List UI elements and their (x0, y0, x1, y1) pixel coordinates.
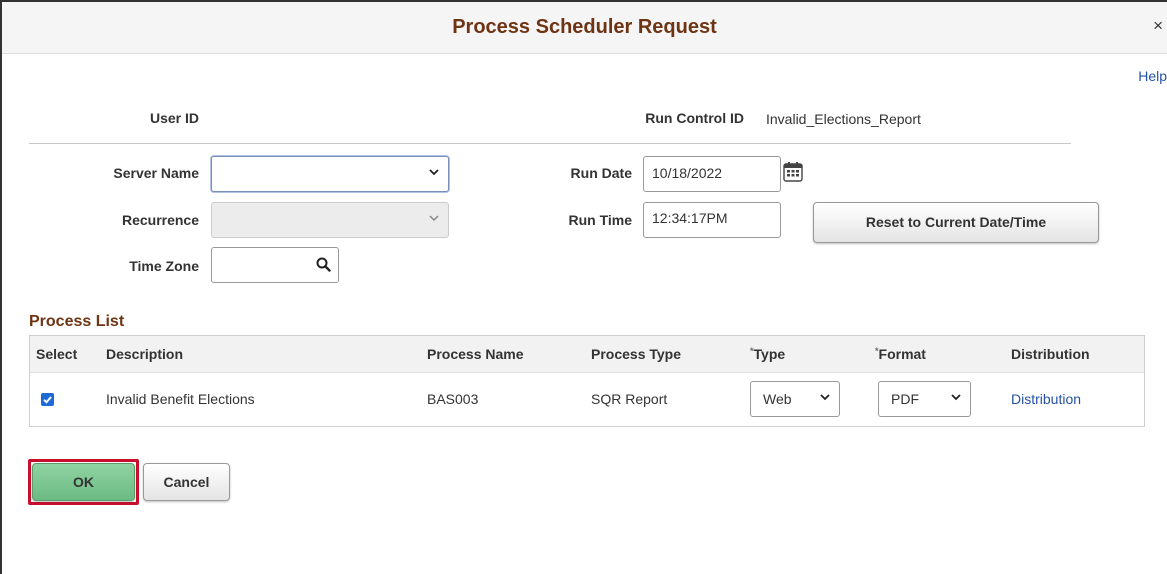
close-icon[interactable]: × (1153, 16, 1163, 36)
run-date-value: 10/18/2022 (652, 165, 723, 181)
process-list-grid: Select Description Process Name Process … (29, 335, 1145, 427)
time-zone-label: Time Zone (129, 258, 199, 274)
recurrence-select (211, 202, 449, 238)
run-time-value: 12:34:17PM (652, 210, 728, 226)
process-scheduler-dialog: Process Scheduler Request × Help User ID… (0, 0, 1167, 574)
search-icon[interactable] (316, 257, 331, 277)
column-select: Select (36, 346, 78, 362)
dialog-title-bar: Process Scheduler Request × (2, 2, 1167, 54)
reset-date-time-button[interactable]: Reset to Current Date/Time (813, 202, 1099, 243)
row-select-checkbox[interactable] (41, 393, 54, 406)
column-distribution: Distribution (1011, 346, 1090, 362)
row-description: Invalid Benefit Elections (106, 391, 255, 407)
server-name-label: Server Name (113, 165, 199, 181)
chevron-down-icon (950, 391, 962, 403)
chevron-down-icon (428, 212, 440, 224)
grid-header-row: Select Description Process Name Process … (30, 336, 1144, 373)
run-time-input[interactable]: 12:34:17PM (643, 202, 781, 238)
calendar-icon[interactable] (782, 161, 804, 188)
user-id-label: User ID (149, 110, 199, 126)
cancel-button[interactable]: Cancel (143, 463, 230, 501)
column-type: *Type (750, 346, 785, 362)
separator (29, 143, 1071, 144)
run-control-id-value: Invalid_Elections_Report (766, 111, 921, 127)
dialog-title: Process Scheduler Request (452, 16, 717, 38)
process-list-title: Process List (29, 313, 125, 330)
run-control-id-label: Run Control ID (645, 110, 744, 126)
format-value: PDF (891, 391, 919, 407)
row-process-name: BAS003 (427, 391, 479, 407)
ok-button[interactable]: OK (32, 463, 135, 501)
ok-highlight: OK (28, 459, 139, 505)
column-description: Description (106, 346, 184, 362)
recurrence-label: Recurrence (121, 212, 199, 228)
help-link[interactable]: Help (1138, 68, 1167, 84)
run-time-label: Run Time (568, 212, 632, 228)
column-format: *Format (875, 346, 926, 362)
row-process-type: SQR Report (591, 391, 668, 407)
type-select[interactable]: Web (750, 381, 840, 417)
column-type-label: Type (753, 346, 786, 362)
column-process-type: Process Type (591, 346, 682, 362)
server-name-select[interactable] (211, 156, 449, 192)
chevron-down-icon (428, 166, 440, 178)
column-process-name: Process Name (427, 346, 524, 362)
run-date-label: Run Date (570, 165, 632, 181)
format-select[interactable]: PDF (878, 381, 971, 417)
distribution-link[interactable]: Distribution (1011, 391, 1081, 407)
run-date-input[interactable]: 10/18/2022 (643, 156, 781, 192)
chevron-down-icon (819, 391, 831, 403)
time-zone-input[interactable] (211, 247, 339, 283)
column-format-label: Format (878, 346, 926, 362)
type-value: Web (763, 391, 792, 407)
